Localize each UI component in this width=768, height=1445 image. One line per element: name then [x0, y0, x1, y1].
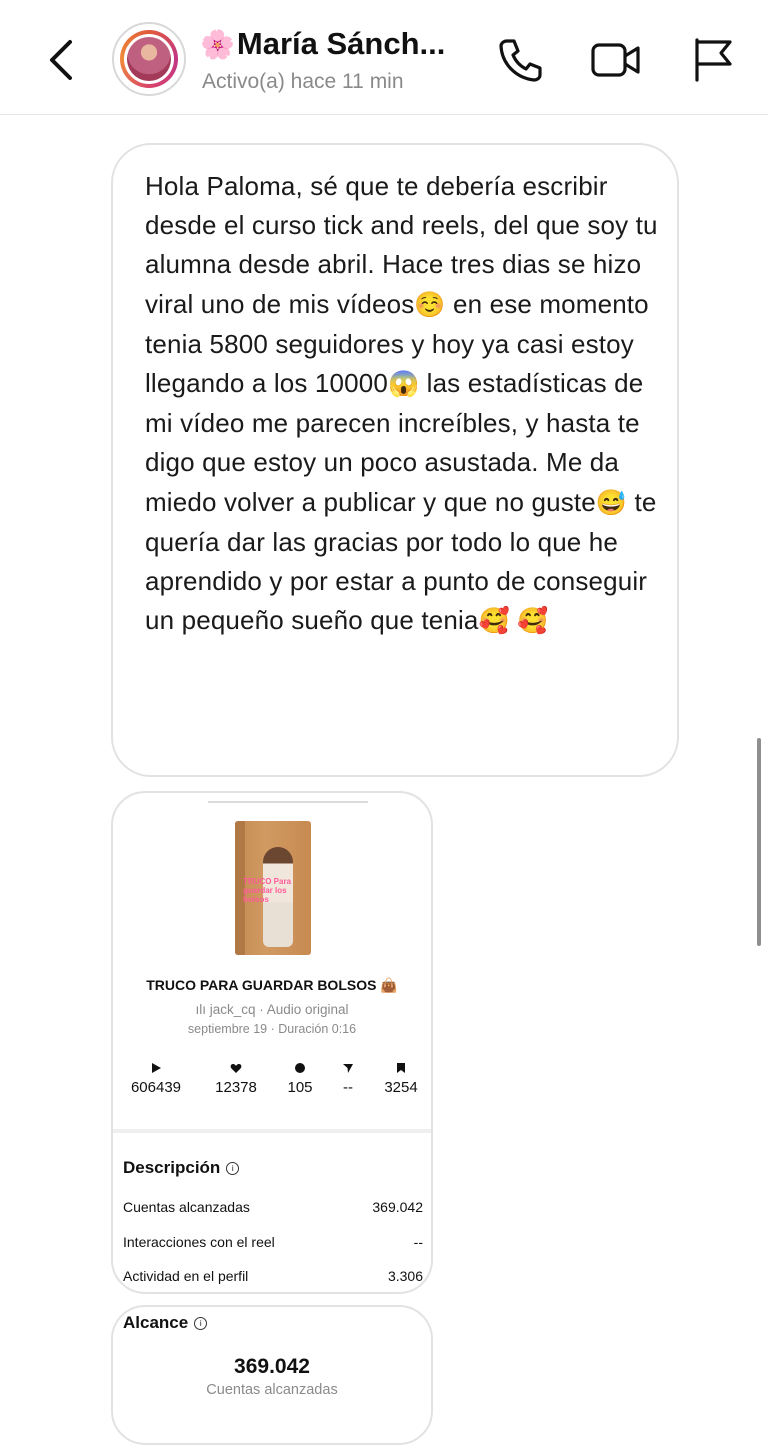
reach-number: 369.042 — [234, 1355, 310, 1378]
flower-emoji: 🌸 — [200, 29, 235, 60]
play-icon — [116, 1061, 196, 1075]
video-camera-icon[interactable] — [590, 34, 642, 86]
scream-emoji: 😱 — [387, 370, 420, 399]
profile-photo — [127, 37, 171, 81]
contact-name-text: María Sánch... — [236, 26, 446, 61]
smiling-hearts-emoji: 🥰 — [517, 607, 549, 636]
description-title: Descripción i — [123, 1158, 240, 1178]
row-reel-interactions: Interacciones con el reel -- — [123, 1234, 423, 1250]
reel-stats: 606439 12378 105 -- 3254 — [113, 1061, 431, 1101]
row-accounts-reached: Cuentas alcanzadas 369.042 — [123, 1199, 423, 1215]
activity-status: Activo(a) hace 11 min — [202, 70, 404, 93]
row-profile-activity: Actividad en el perfil 3.306 — [123, 1268, 423, 1284]
message-bubble[interactable]: Hola Paloma, sé que te debería escribir … — [111, 143, 679, 777]
reach-stats-screenshot[interactable]: Alcance i 369.042 Cuentas alcanzadas — [111, 1305, 433, 1445]
reel-audio: ılı jack_cq · Audio original — [195, 1002, 349, 1017]
relieved-emoji: ☺️ — [414, 290, 446, 319]
phone-icon[interactable] — [494, 34, 546, 86]
flag-icon[interactable] — [688, 34, 740, 86]
thumbnail-text: TRUCO Para guardar los bolsos — [243, 877, 292, 904]
chat-header: 🌸María Sánch... Activo(a) hace 11 min — [0, 0, 768, 115]
reel-thumbnail: TRUCO Para guardar los bolsos — [235, 821, 311, 955]
info-icon: i — [226, 1162, 240, 1175]
info-icon: i — [194, 1317, 208, 1330]
scrollbar[interactable] — [757, 738, 761, 946]
reel-title: TRUCO PARA GUARDAR BOLSOS 👜 — [146, 977, 398, 993]
reel-stats-screenshot[interactable]: TRUCO Para guardar los bolsos TRUCO PARA… — [111, 791, 433, 1294]
stat-saves: 3254 — [361, 1061, 431, 1096]
reach-label: Cuentas alcanzadas — [206, 1382, 338, 1398]
bookmark-icon — [361, 1061, 431, 1075]
avatar[interactable] — [112, 22, 186, 96]
reach-title: Alcance i — [123, 1313, 208, 1333]
divider — [113, 1129, 431, 1133]
chevron-left-icon[interactable] — [40, 36, 84, 84]
sweat-smile-emoji: 😅 — [595, 488, 628, 517]
contact-name[interactable]: 🌸María Sánch... — [200, 26, 445, 62]
stat-plays: 606439 — [116, 1061, 196, 1096]
reel-date: septiembre 19 · Duración 0:16 — [187, 1022, 357, 1036]
message-text: Hola Paloma, sé que te debería escribir … — [145, 171, 658, 636]
smiling-hearts-emoji: 🥰 — [478, 607, 510, 636]
